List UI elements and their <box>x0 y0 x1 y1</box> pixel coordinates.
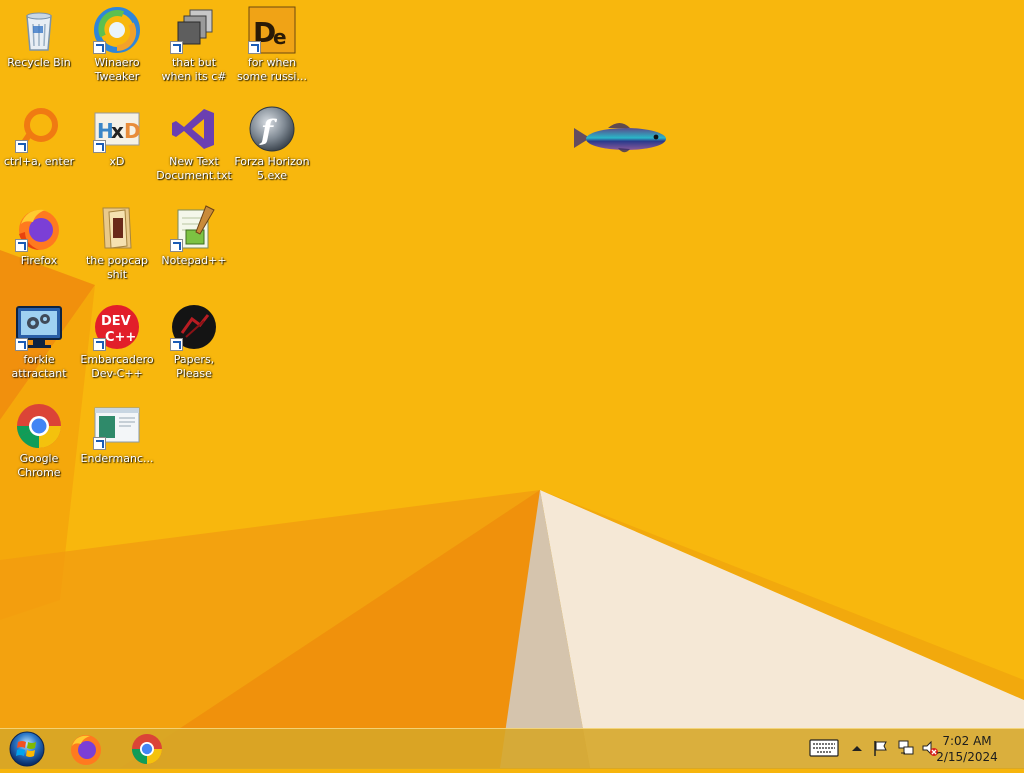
desktop-icon-forkie-attractant[interactable]: forkie attractant <box>1 303 77 381</box>
desktop-icon-google-chrome[interactable]: Google Chrome <box>1 402 77 480</box>
svg-text:DEV: DEV <box>101 314 131 329</box>
papers-please-icon <box>170 303 218 351</box>
visual-studio-icon <box>170 105 218 153</box>
desktop-icon-recycle-bin[interactable]: Recycle Bin <box>1 6 77 70</box>
desktop-icon-notepad-plus-plus[interactable]: Notepad++ <box>156 204 232 268</box>
de-app-icon: D e <box>248 6 296 54</box>
action-center-flag-icon[interactable] <box>872 739 890 757</box>
desktop-icon-label: Notepad++ <box>161 254 227 267</box>
folder-icon <box>93 204 141 252</box>
desktop-icon-label: Papers, Please <box>173 353 215 380</box>
svg-text:e: e <box>273 25 287 49</box>
desktop-icon-the-popcap-shit[interactable]: the popcap shit <box>79 204 155 282</box>
clock-date[interactable]: 2/15/2024 <box>932 750 1002 764</box>
shortcut-arrow-icon <box>170 41 183 54</box>
desktop-icon-forza-horizon-5[interactable]: f Forza Horizon 5.exe <box>234 105 310 183</box>
svg-text:C++: C++ <box>105 330 136 345</box>
desktop-icon-label: Winaero Tweaker <box>94 56 140 83</box>
desktop-icon-label: xD <box>109 155 125 168</box>
chevron-up-icon[interactable] <box>850 739 864 757</box>
clock-time[interactable]: 7:02 AM <box>932 734 1002 748</box>
orange-ring-icon <box>15 105 63 153</box>
svg-text:D: D <box>124 119 141 143</box>
desktop-icon-firefox[interactable]: Firefox <box>1 204 77 268</box>
desktop-icon-label: the popcap shit <box>85 254 148 281</box>
firefox-icon <box>15 204 63 252</box>
desktop-icon-new-text-document[interactable]: New Text Document.txt <box>156 105 232 183</box>
notepad-plus-plus-icon <box>170 204 218 252</box>
desktop-icon-label: Google Chrome <box>17 452 61 479</box>
start-button[interactable] <box>2 729 52 769</box>
stack-windows-icon <box>170 6 218 54</box>
desktop-icon-embarcadero-dev-cpp[interactable]: DEV C++ Embarcadero Dev-C++ <box>79 303 155 381</box>
svg-text:x: x <box>111 119 124 143</box>
chrome-icon <box>15 402 63 450</box>
desktop-icon-label: forkie attractant <box>11 353 67 380</box>
touch-keyboard-icon[interactable] <box>809 739 839 757</box>
shortcut-arrow-icon <box>15 140 28 153</box>
desktop-icon-xd[interactable]: H x D xD <box>79 105 155 169</box>
chrome-icon <box>131 734 162 764</box>
desktop-icon-label: ctrl+a, enter <box>3 155 75 168</box>
desktop-icon-for-when-some-russi[interactable]: D e for when some russi... <box>234 6 310 84</box>
desktop-icon-label: Endermanc... <box>80 452 154 465</box>
desktop-icon-label: Recycle Bin <box>7 56 71 69</box>
hxd-icon: H x D <box>93 105 141 153</box>
shortcut-arrow-icon <box>15 338 28 351</box>
desktop-icon-label: New Text Document.txt <box>156 155 232 182</box>
shortcut-arrow-icon <box>170 338 183 351</box>
shortcut-arrow-icon <box>15 239 28 252</box>
desktop-icon-that-but-when-its-csharp[interactable]: that but when its c# <box>156 6 232 84</box>
desktop-icon-label: for when some russi... <box>237 56 307 83</box>
desktop-icon-label: Firefox <box>20 254 58 267</box>
shortcut-arrow-icon <box>93 140 106 153</box>
flash-player-icon: f <box>248 105 296 153</box>
monitor-gear-icon <box>15 303 63 351</box>
taskbar: 7:02 AM 2/15/2024 <box>0 728 1024 769</box>
shortcut-arrow-icon <box>93 437 106 450</box>
shortcut-arrow-icon <box>93 41 106 54</box>
shortcut-arrow-icon <box>248 41 261 54</box>
shortcut-arrow-icon <box>170 239 183 252</box>
network-icon[interactable] <box>897 739 915 757</box>
desktop-icon-winaero-tweaker[interactable]: Winaero Tweaker <box>79 6 155 84</box>
shortcut-arrow-icon <box>93 338 106 351</box>
desktop-icon-label: Forza Horizon 5.exe <box>234 155 310 182</box>
recycle-bin-icon <box>15 6 63 54</box>
windows-start-orb-icon <box>9 731 45 767</box>
desktop-icon-label: that but when its c# <box>161 56 227 83</box>
taskbar-firefox-button[interactable] <box>60 729 112 769</box>
window-app-icon <box>93 402 141 450</box>
desktop-icon-endermanch[interactable]: Endermanc... <box>79 402 155 466</box>
firefox-icon <box>71 735 101 765</box>
desktop-icon-ctrl-a-enter[interactable]: ctrl+a, enter <box>1 105 77 169</box>
taskbar-chrome-button[interactable] <box>121 729 173 769</box>
fish-icon[interactable] <box>568 112 672 162</box>
desktop-icon-label: Embarcadero Dev-C++ <box>80 353 154 380</box>
winaero-tweaker-icon <box>93 6 141 54</box>
desktop-icon-papers-please[interactable]: Papers, Please <box>156 303 232 381</box>
dev-cpp-icon: DEV C++ <box>93 303 141 351</box>
